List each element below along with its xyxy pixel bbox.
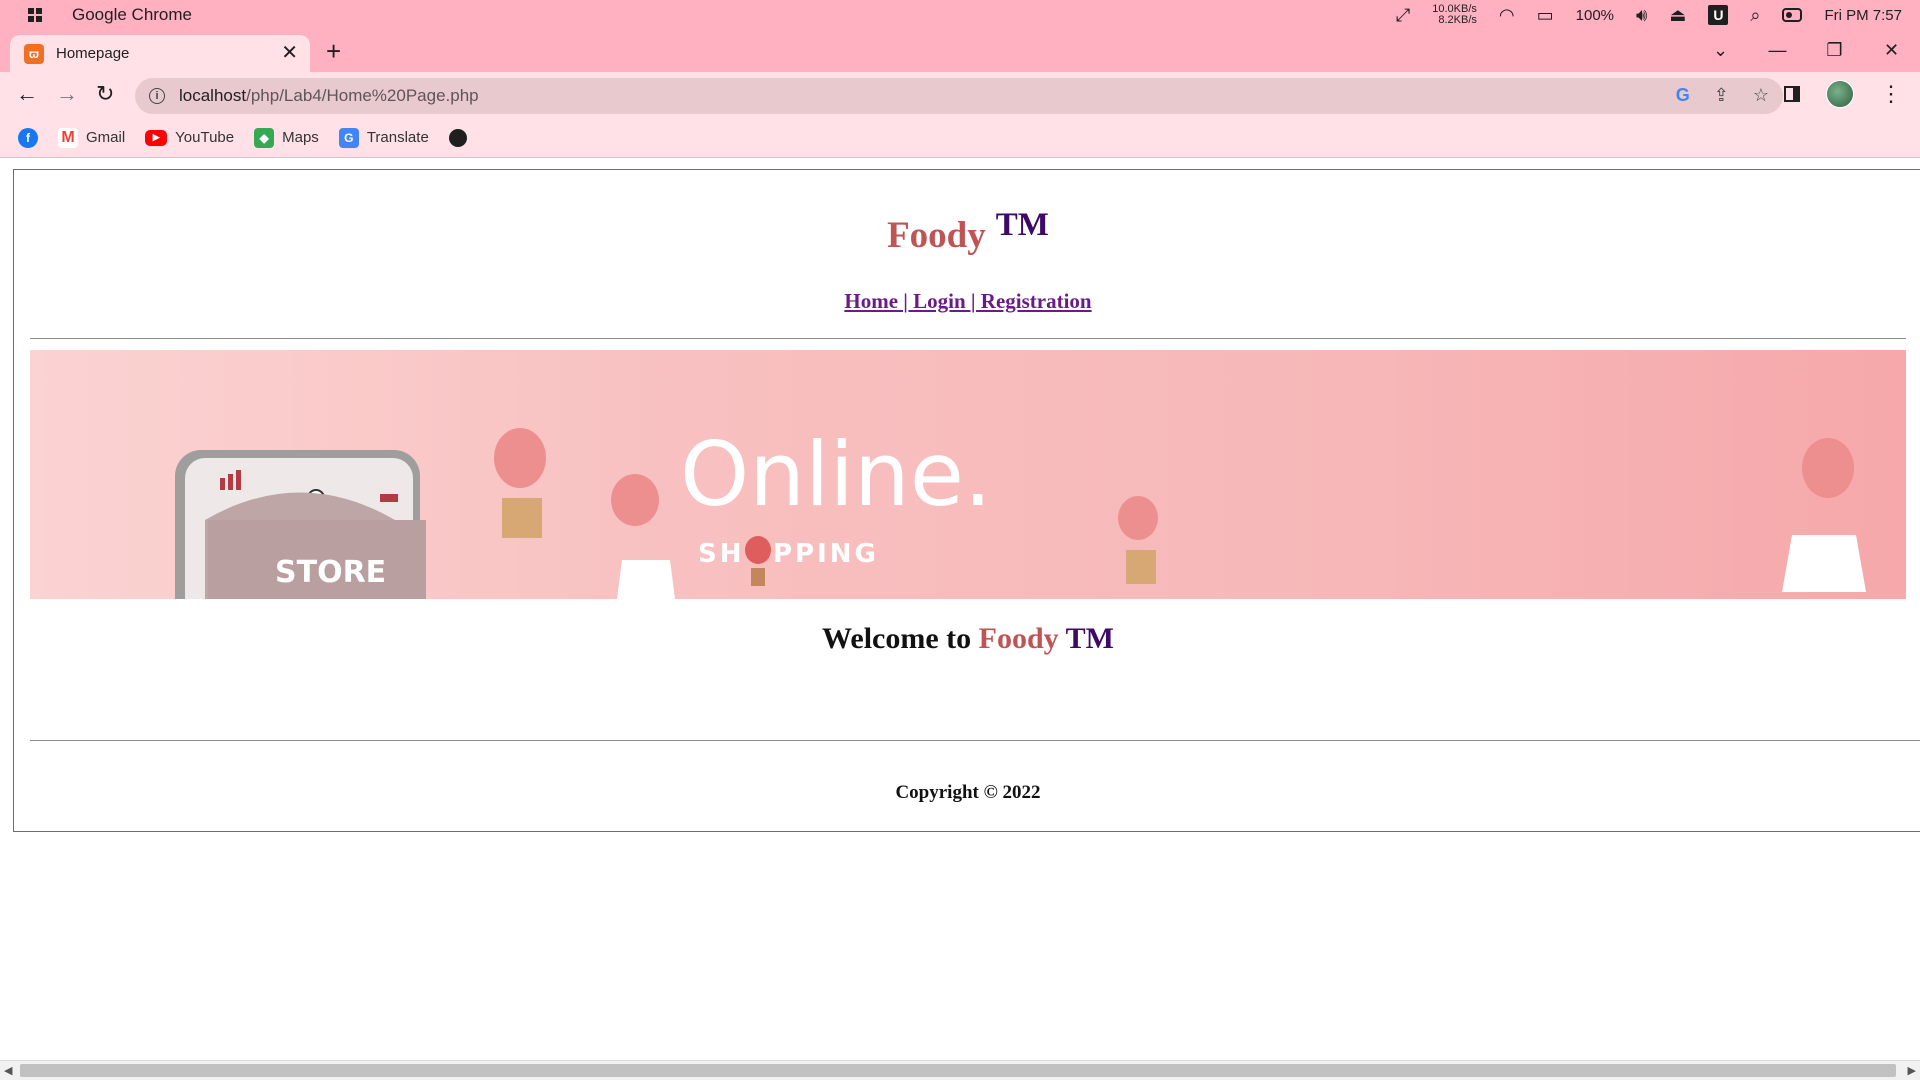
display-icon[interactable]: ▭: [1537, 6, 1554, 24]
clock[interactable]: Fri PM 7:57: [1824, 7, 1902, 24]
window-controls: ⌄ — ❐ ✕: [1692, 30, 1920, 70]
tab-close-icon[interactable]: ✕: [281, 43, 298, 63]
footer-divider: [30, 740, 1920, 741]
bookmark-label: Maps: [282, 129, 319, 146]
tab-strip: ϖ Homepage ✕ + ⌄ — ❐ ✕: [0, 30, 1920, 72]
scroll-left-arrow-icon[interactable]: ◀: [4, 1064, 12, 1077]
sync-icon[interactable]: ⤢: [1396, 6, 1410, 24]
close-window-button[interactable]: ✕: [1863, 40, 1920, 61]
toolbar-right: ⋮: [1784, 80, 1902, 108]
bookmark-star-icon[interactable]: ☆: [1753, 85, 1769, 106]
forward-button[interactable]: →: [56, 82, 78, 106]
welcome-heading: Welcome to Foody TM: [14, 622, 1920, 656]
control-center-icon[interactable]: [1782, 8, 1803, 22]
browser-toolbar: ← → ↻ i localhost/php/Lab4/Home%20Page.p…: [0, 72, 1920, 118]
bookmark-label: Translate: [366, 129, 429, 146]
scroll-right-arrow-icon[interactable]: ▶: [1908, 1064, 1916, 1077]
horizontal-scrollbar[interactable]: ◀ ▶: [0, 1060, 1920, 1080]
page-border-table: Foody TM Home | Login | Registration STO…: [13, 169, 1920, 832]
balloon-2: [611, 474, 659, 526]
bookmark-youtube[interactable]: ▶ YouTube: [145, 129, 234, 146]
translate-icon: G: [338, 127, 359, 148]
os-title-bar: Google Chrome ⤢ 10.0KB/s 8.2KB/s ◠ ▭ 100…: [0, 0, 1920, 30]
facebook-icon: f: [18, 127, 38, 148]
scrollbar-thumb[interactable]: [20, 1064, 1896, 1077]
tab-title: Homepage: [56, 45, 130, 62]
bookmark-translate[interactable]: G Translate: [338, 127, 429, 148]
url-text[interactable]: localhost/php/Lab4/Home%20Page.php: [179, 86, 479, 106]
system-tray: ⤢ 10.0KB/s 8.2KB/s ◠ ▭ 100% 🔊︎ ⏏ U ⌕ Fri…: [1396, 0, 1902, 30]
omnibox-actions: G ⇪ ☆: [1676, 85, 1769, 106]
url-path: /php/Lab4/Home%20Page.php: [246, 86, 479, 105]
welcome-trademark: TM: [1065, 622, 1114, 655]
welcome-brand: Foody: [978, 622, 1059, 655]
tab-homepage[interactable]: ϖ Homepage ✕: [10, 35, 310, 72]
wifi-icon[interactable]: ◠: [1499, 6, 1515, 24]
net-down-speed: 8.2KB/s: [1438, 14, 1477, 26]
share-icon[interactable]: ⇪: [1714, 85, 1729, 106]
welcome-prefix: Welcome to: [822, 622, 979, 655]
address-bar[interactable]: i localhost/php/Lab4/Home%20Page.php G ⇪…: [135, 78, 1783, 114]
nav-links[interactable]: Home | Login | Registration: [844, 289, 1091, 313]
bookmark-gmail[interactable]: M Gmail: [58, 127, 126, 148]
tab-search-icon[interactable]: ⌄: [1692, 40, 1749, 61]
bookmark-maps[interactable]: ◆ Maps: [254, 127, 319, 148]
shopping-o-balloon: [745, 536, 771, 586]
store-label: STORE: [275, 555, 386, 590]
balloon-1: [494, 428, 546, 538]
banner-illustration: STORE Online. SH PPING: [175, 423, 1866, 599]
site-trademark: TM: [995, 207, 1049, 243]
search-icon[interactable]: ⌕: [1750, 6, 1760, 24]
new-tab-button[interactable]: +: [326, 38, 341, 64]
side-panel-icon[interactable]: [1784, 86, 1800, 102]
chrome-menu-icon[interactable]: ⋮: [1880, 83, 1902, 105]
banner-subline-a: SH: [698, 539, 745, 569]
bookmark-globe[interactable]: [448, 128, 467, 147]
site-brand: Foody: [887, 215, 986, 256]
app-title: Google Chrome: [72, 5, 193, 24]
url-host: localhost: [179, 86, 247, 105]
battery-percent[interactable]: 100%: [1576, 7, 1614, 24]
divider: [30, 338, 1906, 339]
page-viewport: Foody TM Home | Login | Registration STO…: [0, 158, 1920, 1060]
windows-start-icon[interactable]: [28, 8, 42, 22]
youtube-icon: ▶: [145, 129, 168, 146]
bookmark-label: YouTube: [175, 129, 235, 146]
banner-headline: Online.: [680, 423, 992, 526]
volume-icon[interactable]: 🔊︎: [1636, 6, 1647, 24]
network-speed: 10.0KB/s 8.2KB/s: [1432, 4, 1477, 26]
bookmark-facebook[interactable]: f: [18, 127, 38, 148]
profile-avatar[interactable]: [1826, 80, 1854, 108]
back-button[interactable]: ←: [16, 82, 38, 106]
hero-banner: STORE Online. SH PPING: [30, 350, 1906, 599]
minimize-button[interactable]: —: [1749, 40, 1806, 61]
site-info-icon[interactable]: i: [149, 88, 165, 104]
eject-icon[interactable]: ⏏: [1669, 6, 1686, 24]
banner-subline-b: PPING: [773, 539, 879, 569]
maps-icon: ◆: [254, 127, 275, 148]
bookmarks-bar: f M Gmail ▶ YouTube ◆ Maps G Translate: [0, 118, 1920, 158]
xampp-favicon-icon: ϖ: [24, 43, 44, 64]
balloon-3: [1118, 496, 1158, 584]
restore-button[interactable]: ❐: [1806, 40, 1863, 61]
shopping-bag-2: [1782, 535, 1866, 592]
site-header: Foody TM: [14, 207, 1920, 257]
shopping-bag-1: [617, 560, 675, 599]
globe-icon: [448, 128, 467, 147]
site-nav: Home | Login | Registration: [14, 289, 1920, 314]
balloon-4: [1802, 438, 1854, 498]
u-app-icon[interactable]: U: [1708, 5, 1729, 25]
google-lens-icon[interactable]: G: [1676, 85, 1690, 106]
gmail-icon: M: [58, 127, 78, 148]
copyright-text: Copyright © 2022: [895, 782, 1041, 803]
reload-button[interactable]: ↻: [96, 82, 114, 106]
bookmark-label: Gmail: [86, 129, 126, 146]
